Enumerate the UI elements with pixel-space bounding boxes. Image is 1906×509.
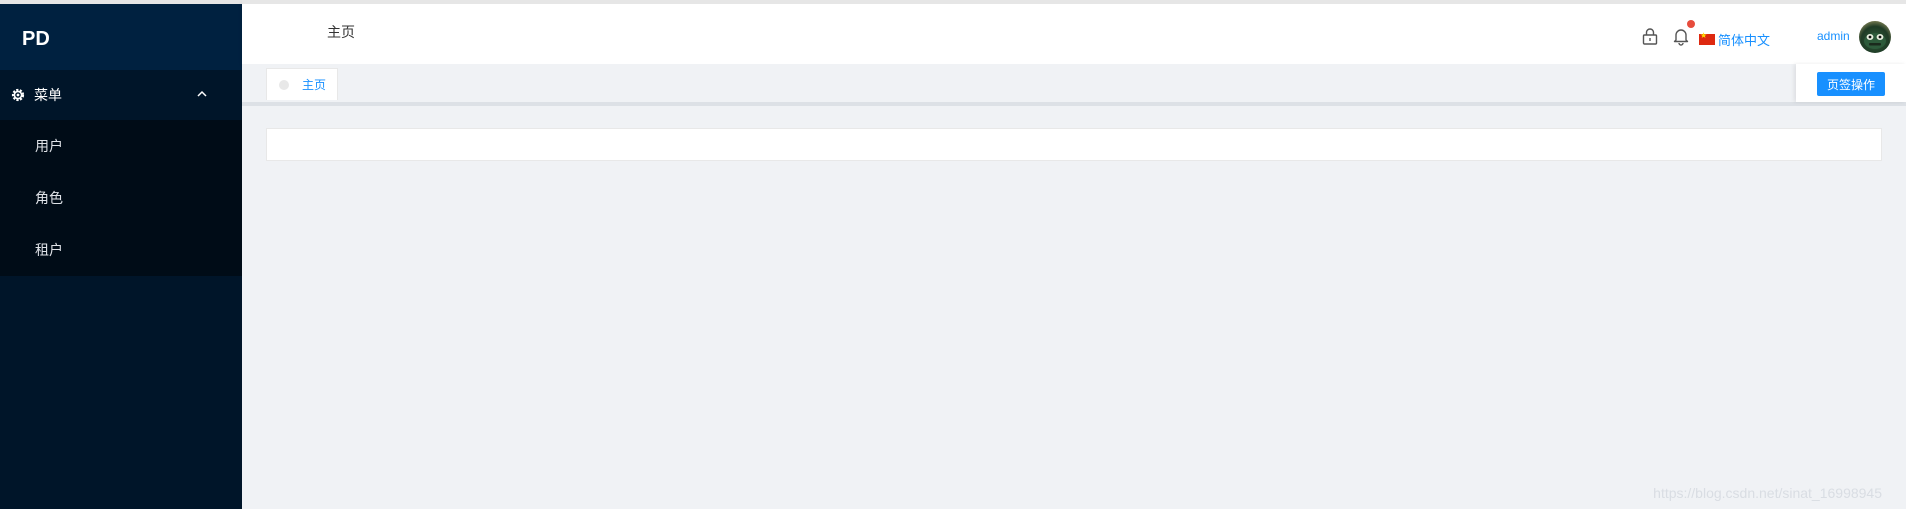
gear-icon [11, 88, 25, 102]
chevron-up-icon[interactable] [196, 88, 208, 100]
language-selector[interactable]: 简体中文 [1699, 30, 1770, 49]
tab-actions-container: 页签操作 [1796, 64, 1906, 102]
avatar[interactable] [1859, 21, 1891, 53]
app-root: PD 菜单 用户 角色 租户 主页 ★ 简体中文 admin 主页 页签操作 h… [0, 0, 1906, 509]
page-title: 主页 [327, 24, 355, 40]
tab-label: 主页 [302, 78, 327, 92]
tabs-bar: 主页 页签操作 [242, 64, 1906, 106]
tab-actions-button[interactable]: 页签操作 [1817, 72, 1885, 96]
watermark: https://blog.csdn.net/sinat_16998945 [1653, 485, 1882, 501]
tab-status-dot [279, 79, 289, 90]
bell-icon[interactable] [1671, 26, 1691, 46]
sidebar-item-tenants[interactable]: 租户 [0, 224, 242, 276]
content-card [266, 128, 1882, 161]
avatar-image [1864, 33, 1886, 49]
app-logo[interactable]: PD [0, 0, 242, 70]
username[interactable]: admin [1817, 29, 1850, 43]
sidebar: PD 菜单 用户 角色 租户 [0, 0, 242, 509]
sidebar-group-label: 菜单 [34, 87, 62, 103]
tab-home[interactable]: 主页 [266, 68, 338, 100]
sidebar-submenu: 用户 角色 租户 [0, 120, 242, 276]
sidebar-item-roles[interactable]: 角色 [0, 172, 242, 224]
language-label: 简体中文 [1718, 33, 1771, 48]
china-flag-icon [1699, 31, 1715, 45]
sidebar-group-menu[interactable]: 菜单 [0, 70, 242, 120]
sidebar-item-users[interactable]: 用户 [0, 120, 242, 172]
notification-badge [1687, 20, 1695, 28]
lock-icon[interactable] [1640, 26, 1660, 46]
top-header: 主页 简体中文 admin [242, 0, 1906, 64]
